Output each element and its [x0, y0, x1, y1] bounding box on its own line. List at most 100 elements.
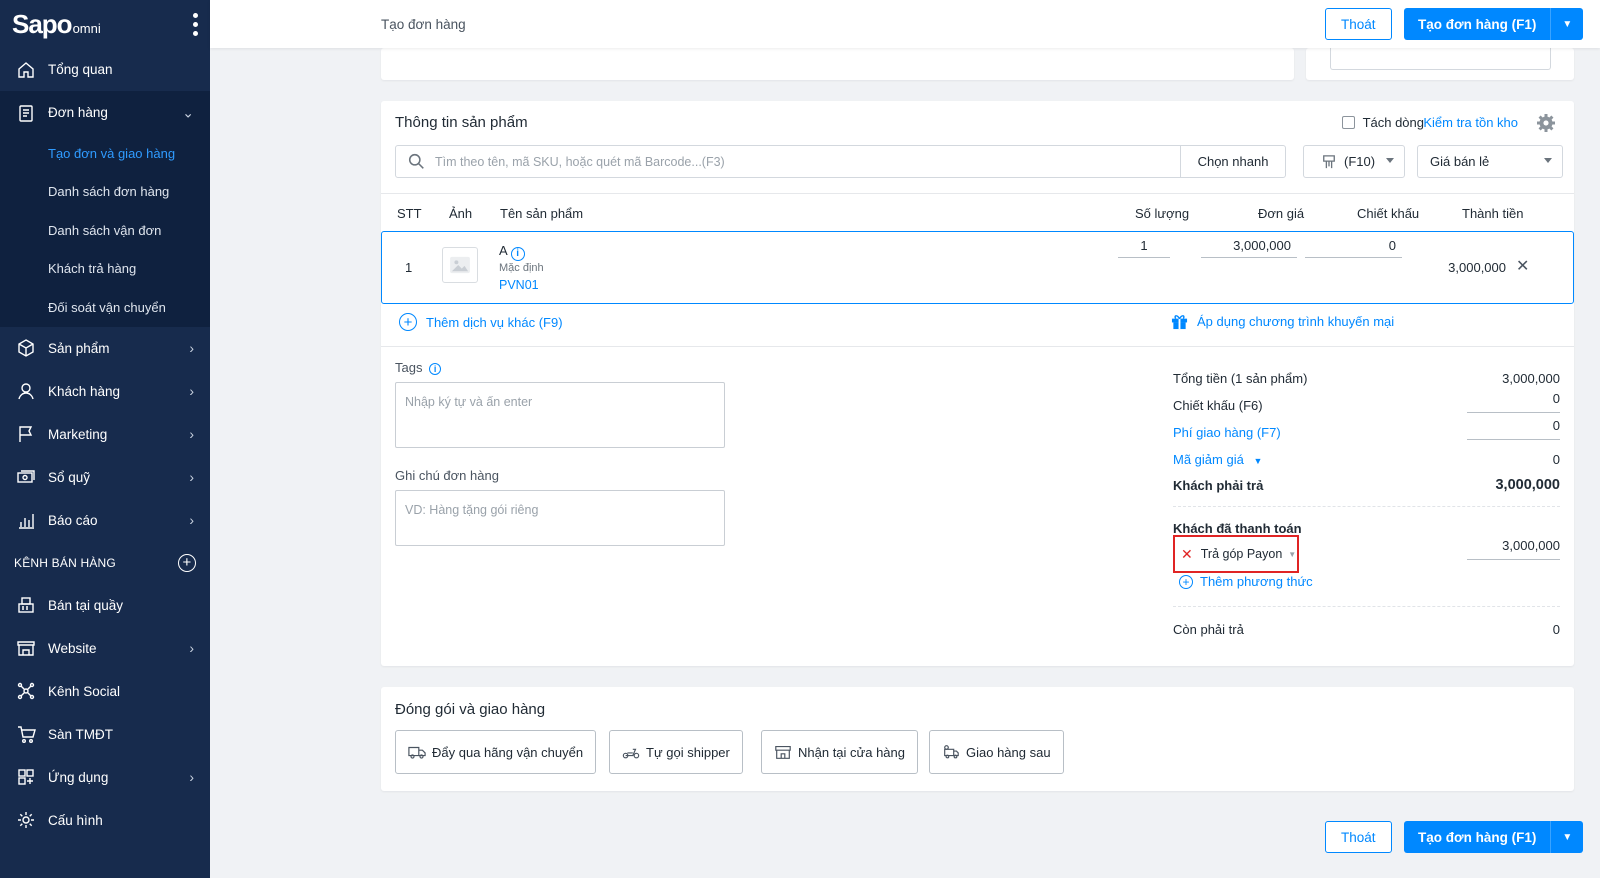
check-stock-link[interactable]: Kiểm tra tồn kho — [1423, 115, 1518, 130]
product-table-header: STT Ảnh Tên sản phẩm Số lượng Đơn giá Ch… — [381, 193, 1574, 233]
sidebar: Sapo omni Tổng quan Đơn hàng ⌄ Tạo đơn và… — [0, 0, 210, 878]
settings-icon — [16, 810, 36, 830]
split-line-checkbox[interactable] — [1341, 116, 1355, 129]
sidebar-item-label: Khách hàng — [48, 383, 121, 399]
product-search-input[interactable]: Tìm theo tên, mã SKU, hoặc quét mã Barco… — [395, 145, 1181, 178]
discount-input[interactable]: 0 — [1305, 232, 1402, 258]
apply-promotion-label: Áp dụng chương trình khuyến mại — [1197, 314, 1395, 329]
order-discount-input[interactable]: 0 — [1467, 391, 1560, 413]
sidebar-item-settings[interactable]: Cấu hình — [0, 799, 210, 842]
coupon-dropdown[interactable]: Mã giảm giá ▼ — [1173, 452, 1262, 472]
ship-option-label: Đẩy qua hãng vận chuyển — [432, 744, 584, 760]
filter-f10-select[interactable]: (F10) — [1303, 145, 1405, 178]
shipping-card: Đóng gói và giao hàng Đẩy qua hãng vận c… — [381, 687, 1574, 791]
sidebar-item-label: Ứng dụng — [48, 769, 109, 785]
sidebar-item-label: Báo cáo — [48, 512, 98, 528]
store-pickup-button[interactable]: Nhận tại cửa hàng — [761, 730, 918, 774]
payment-amount-input[interactable]: 3,000,000 — [1467, 538, 1560, 560]
order-icon — [16, 103, 36, 123]
social-icon — [16, 681, 36, 701]
sidebar-item-cashbook[interactable]: Sổ quỹ › — [0, 456, 210, 499]
chevron-right-icon: › — [189, 426, 194, 442]
info-icon[interactable]: i — [429, 363, 442, 375]
submenu-shipment-list[interactable]: Danh sách vận đơn — [0, 211, 210, 250]
sidebar-item-orders[interactable]: Đơn hàng ⌄ — [0, 91, 210, 134]
info-icon[interactable]: i — [510, 246, 525, 261]
submenu-shipping-reconcile[interactable]: Đối soát vận chuyển — [0, 288, 210, 327]
kebab-menu-icon[interactable] — [192, 12, 198, 36]
unit-price-input[interactable]: 3,000,000 — [1201, 232, 1297, 258]
sidebar-item-label: Sàn TMĐT — [48, 726, 114, 742]
caret-down-icon[interactable]: ▼ — [1550, 821, 1584, 853]
add-payment-method-button[interactable]: + Thêm phương thức — [1179, 574, 1313, 589]
order-note-label: Ghi chú đơn hàng — [395, 468, 499, 483]
submenu-order-list[interactable]: Danh sách đơn hàng — [0, 173, 210, 212]
submenu-returns[interactable]: Khách trả hàng — [0, 250, 210, 289]
create-order-label: Tạo đơn hàng (F1) — [1404, 8, 1551, 40]
add-payment-method-label: Thêm phương thức — [1200, 574, 1313, 589]
split-line-toggle[interactable]: Tách dòng — [1341, 115, 1424, 130]
remaining-label: Còn phải trả — [1173, 622, 1244, 637]
payment-method-select[interactable]: ✕ Trả góp Payon ▼ — [1173, 535, 1299, 573]
shipping-fee-input[interactable]: 0 — [1467, 418, 1560, 440]
shipping-fee-link[interactable]: Phí giao hàng (F7) — [1173, 425, 1281, 445]
sidebar-item-pos[interactable]: Bán tại quầy — [0, 584, 210, 627]
order-note-input[interactable]: VD: Hàng tặng gói riêng — [395, 490, 725, 546]
gear-icon[interactable] — [1536, 113, 1556, 133]
product-name[interactable]: A i — [499, 243, 525, 261]
col-qty: Số lượng — [1135, 206, 1190, 221]
product-sku-link[interactable]: PVN01 — [499, 278, 539, 292]
cash-icon — [16, 467, 36, 487]
dropdown-arrow-icon — [1544, 158, 1552, 163]
self-call-shipper-button[interactable]: Tự gọi shipper — [609, 730, 743, 774]
store-icon — [775, 746, 791, 759]
chevron-right-icon: › — [189, 512, 194, 528]
add-service-button[interactable]: + Thêm dịch vụ khác (F9) — [399, 313, 563, 331]
sidebar-item-overview[interactable]: Tổng quan — [0, 48, 210, 91]
gift-icon — [1171, 315, 1188, 330]
remove-row-icon[interactable]: ✕ — [1516, 256, 1529, 276]
col-price: Đơn giá — [1258, 206, 1305, 221]
add-service-label: Thêm dịch vụ khác (F9) — [426, 314, 563, 330]
table-row[interactable]: 1 A i Mặc định PVN01 1 3,000,000 0 3,000… — [381, 231, 1574, 304]
tags-input[interactable]: Nhập ký tự và ấn enter — [395, 382, 725, 448]
product-image-placeholder-icon — [442, 247, 478, 283]
must-pay-label: Khách phải trả — [1173, 478, 1264, 493]
total-label: Tổng tiền (1 sản phẩm) — [1173, 371, 1308, 386]
apply-promotion-button[interactable]: Áp dụng chương trình khuyến mại — [1171, 313, 1394, 330]
top-bar: Tạo đơn hàng Thoát Tạo đơn hàng (F1) ▼ — [210, 0, 1600, 48]
summary-divider — [1173, 606, 1560, 607]
sidebar-item-ecommerce[interactable]: Sàn TMĐT — [0, 713, 210, 756]
split-line-label: Tách dòng — [1362, 115, 1424, 130]
scooter-icon — [622, 748, 640, 759]
create-order-button-bottom[interactable]: Tạo đơn hàng (F1) ▼ — [1404, 821, 1584, 853]
sidebar-item-reports[interactable]: Báo cáo › — [0, 499, 210, 542]
coupon-value: 0 — [1552, 452, 1560, 467]
pos-icon — [16, 595, 36, 615]
shipping-section-title: Đóng gói và giao hàng — [395, 701, 546, 718]
sidebar-item-marketing[interactable]: Marketing › — [0, 413, 210, 456]
sidebar-item-products[interactable]: Sản phẩm › — [0, 327, 210, 370]
sidebar-item-customers[interactable]: Khách hàng › — [0, 370, 210, 413]
remaining-value: 0 — [1552, 622, 1560, 637]
sapo-logo[interactable]: Sapo omni — [12, 9, 101, 40]
chevron-right-icon: › — [189, 640, 194, 656]
create-order-button-top[interactable]: Tạo đơn hàng (F1) ▼ — [1404, 8, 1584, 40]
quantity-input[interactable]: 1 — [1118, 232, 1170, 258]
exit-button-top[interactable]: Thoát — [1325, 8, 1392, 40]
price-type-select[interactable]: Giá bán lẻ — [1417, 145, 1563, 178]
sidebar-item-website[interactable]: Website › — [0, 627, 210, 670]
exit-button-bottom[interactable]: Thoát — [1325, 821, 1392, 853]
caret-down-icon[interactable]: ▼ — [1550, 8, 1584, 40]
tags-label: Tags i — [395, 360, 442, 375]
ship-later-button[interactable]: Giao hàng sau — [929, 730, 1064, 774]
ship-via-carrier-button[interactable]: Đẩy qua hãng vận chuyển — [395, 730, 597, 774]
add-channel-icon[interactable]: + — [178, 553, 196, 572]
quick-pick-button[interactable]: Chọn nhanh — [1180, 145, 1286, 178]
sidebar-item-apps[interactable]: Ứng dụng › — [0, 756, 210, 799]
remove-payment-icon[interactable]: ✕ — [1181, 546, 1193, 563]
side-input-partial[interactable] — [1330, 48, 1551, 70]
submenu-create-order[interactable]: Tạo đơn và giao hàng — [0, 134, 210, 173]
sidebar-item-social[interactable]: Kênh Social — [0, 670, 210, 713]
section-divider — [381, 346, 1574, 347]
